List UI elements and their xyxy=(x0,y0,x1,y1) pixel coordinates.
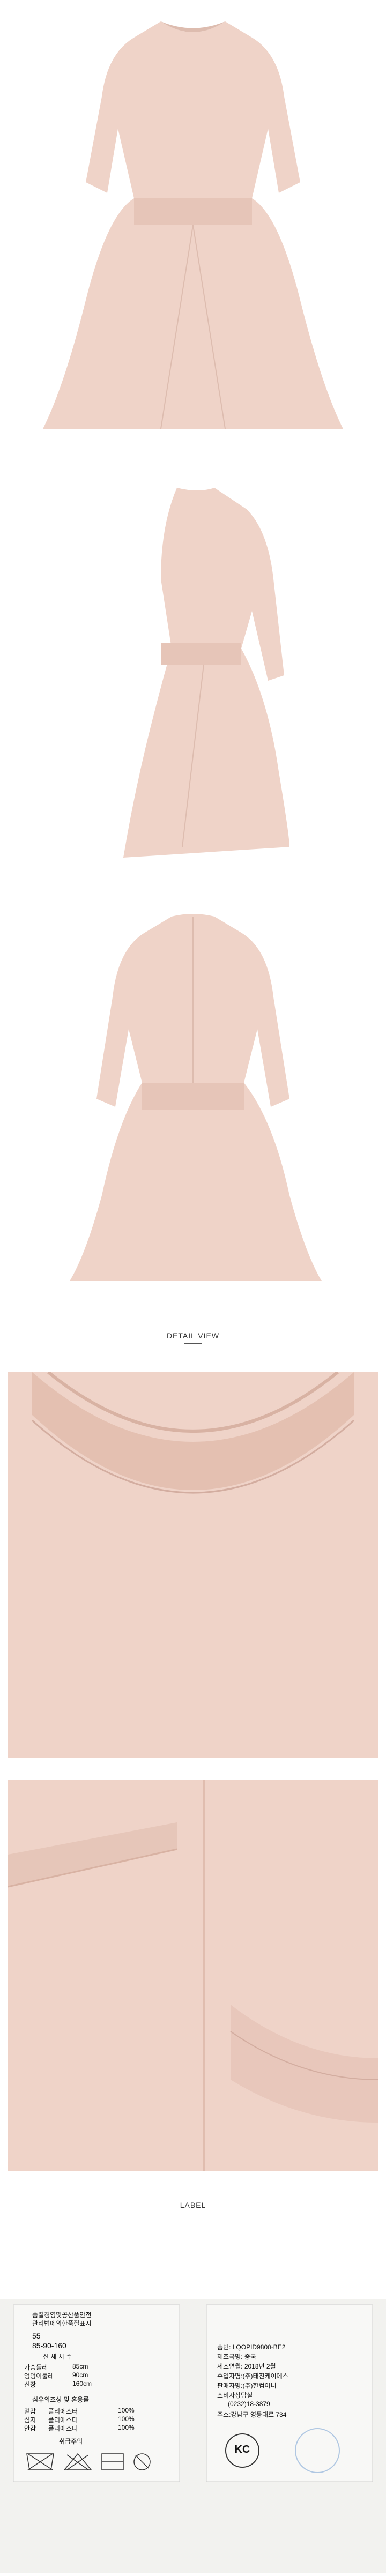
label-left-size: 55 xyxy=(32,2332,41,2340)
label-right-importer: 수입자명:(주)태진케이에스 xyxy=(217,2372,288,2380)
label-right-date: 제조연월: 2018년 2월 xyxy=(217,2363,276,2370)
label-left-comp-interlining-pct: 100% xyxy=(118,2415,135,2423)
label-left-header1: 품질경영및공산품안전 xyxy=(32,2311,92,2319)
label-right: 품번: LQOPID9800-BE2 제조국명: 중국 제조연월: 2018년 … xyxy=(214,2310,370,2482)
kc-mark-icon: KC xyxy=(225,2433,259,2468)
label-left-comp-outer-pct: 100% xyxy=(118,2407,135,2414)
label-right-item-no: 품번: LQOPID9800-BE2 xyxy=(217,2343,286,2351)
care-symbols-icon xyxy=(26,2453,151,2470)
cuff-detail-illustration xyxy=(8,1780,378,2171)
detail-photo-neckline xyxy=(0,1372,386,1758)
dress-front-illustration xyxy=(43,21,343,450)
product-photo-side xyxy=(0,472,386,884)
label-left-row-height-val: 160cm xyxy=(72,2380,92,2387)
product-photo-front xyxy=(0,21,386,450)
label-left-row-height-key: 신장 xyxy=(24,2381,36,2388)
detail-view-title: DETAIL VIEW xyxy=(166,1331,220,1340)
label-left-header2: 관리법에의한품질표시 xyxy=(32,2320,92,2327)
label-left-care: 취급주의 xyxy=(59,2438,83,2445)
detail-photo-cuff xyxy=(0,1780,386,2171)
label-left-comp-interlining-key: 심지 xyxy=(24,2416,36,2424)
label-right-origin: 제조국명: 중국 xyxy=(217,2353,256,2361)
label-left-measure-caption: 신 체 치 수 xyxy=(43,2353,72,2361)
label-left-comp-lining-key: 안감 xyxy=(24,2425,36,2432)
label-right-seller: 판매자명:(주)한컴어니 xyxy=(217,2382,277,2389)
label-left-comp-lining-pct: 100% xyxy=(118,2424,135,2431)
label-photo: 품질경영및공산품안전 관리법에의한품질표시 55 85-90-160 신 체 치… xyxy=(0,2299,386,2573)
check-stamp-icon xyxy=(295,2428,340,2473)
label-title: LABEL xyxy=(180,2201,206,2209)
label-left-row-hip-key: 엉덩이둘레 xyxy=(24,2372,54,2380)
label-left-comp-interlining-mat: 폴리에스터 xyxy=(48,2416,78,2424)
label-left-row-chest-key: 가슴둘레 xyxy=(24,2364,48,2371)
label-left-measure: 85-90-160 xyxy=(32,2341,66,2350)
label-right-phone: (0232)18-3879 xyxy=(228,2400,270,2408)
label-left-comp-lining-mat: 폴리에스터 xyxy=(48,2425,78,2432)
label-right-address: 주소:강남구 영동대로 734 xyxy=(217,2411,287,2418)
detail-view-rule xyxy=(184,1343,202,1344)
product-photo-back xyxy=(0,906,386,1313)
label-left-row-hip-val: 90cm xyxy=(72,2371,88,2379)
label-left-row-chest-val: 85cm xyxy=(72,2363,88,2370)
label-left: 품질경영및공산품안전 관리법에의한품질표시 55 85-90-160 신 체 치… xyxy=(21,2310,177,2482)
dress-back-illustration xyxy=(70,914,322,1281)
label-left-comp-outer-mat: 폴리에스터 xyxy=(48,2408,78,2415)
neckline-detail-illustration xyxy=(8,1372,378,1758)
label-left-composition-title: 섬유의조성 및 혼용률 xyxy=(32,2396,90,2403)
label-right-cs: 소비자상담실 xyxy=(217,2392,253,2399)
dress-side-illustration xyxy=(123,488,290,858)
label-left-comp-outer-key: 겉감 xyxy=(24,2408,36,2415)
